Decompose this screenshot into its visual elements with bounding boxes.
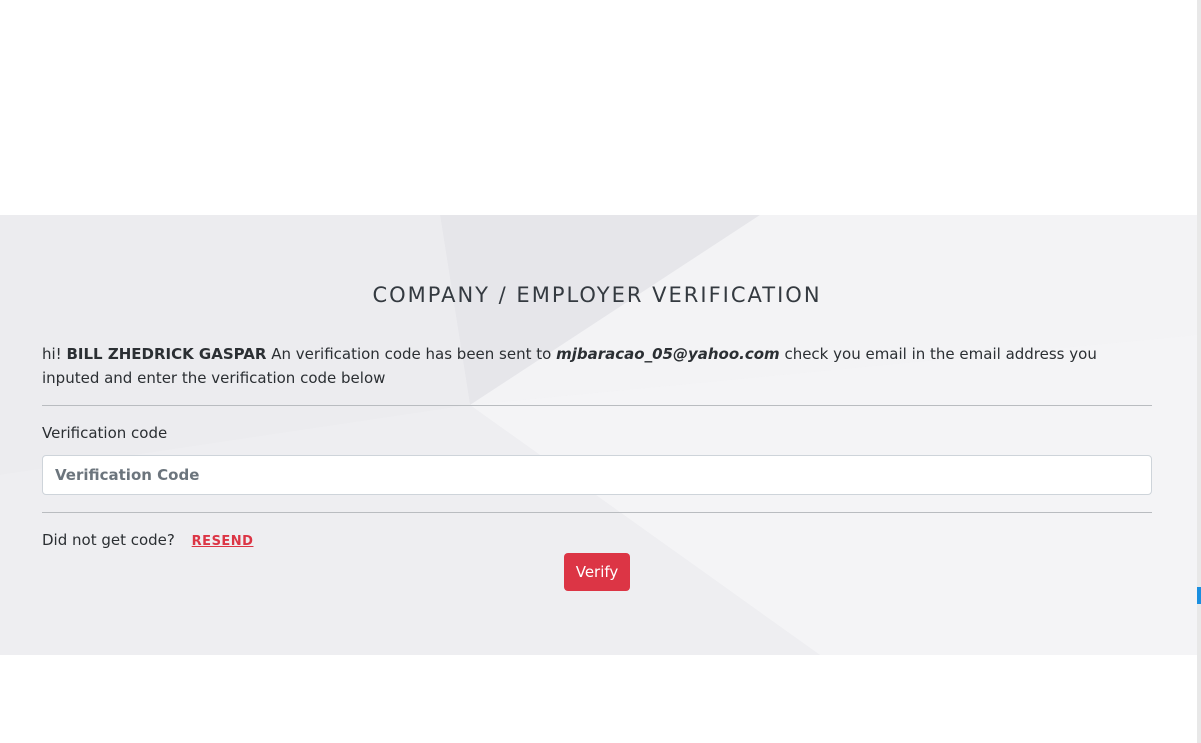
page: COMPANY / EMPLOYER VERIFICATION hi! BILL…: [0, 0, 1201, 743]
page-title: COMPANY / EMPLOYER VERIFICATION: [372, 283, 822, 307]
verify-button[interactable]: Verify: [564, 553, 630, 591]
verification-code-label: Verification code: [42, 424, 168, 442]
user-name: BILL ZHEDRICK GASPAR: [66, 345, 267, 363]
top-blank-area: [0, 0, 1197, 215]
scrollbar-thumb[interactable]: [1197, 587, 1201, 604]
resend-prompt: Did not get code?: [42, 531, 175, 549]
email-address: mjbaracao_05@yahoo.com: [556, 345, 780, 363]
resend-link[interactable]: RESEND: [192, 534, 254, 549]
verification-message: hi! BILL ZHEDRICK GASPAR An verification…: [42, 342, 1152, 390]
verification-section: COMPANY / EMPLOYER VERIFICATION hi! BILL…: [0, 215, 1197, 655]
greeting-text: hi!: [42, 345, 62, 363]
resend-row: Did not get code? RESEND: [42, 531, 253, 549]
divider-top: [42, 405, 1152, 406]
verification-code-input[interactable]: [42, 455, 1152, 495]
divider-bottom: [42, 512, 1152, 513]
scrollbar[interactable]: [1197, 0, 1201, 743]
bottom-blank-area: [0, 655, 1197, 743]
message-text-1: An verification code has been sent to: [271, 345, 552, 363]
